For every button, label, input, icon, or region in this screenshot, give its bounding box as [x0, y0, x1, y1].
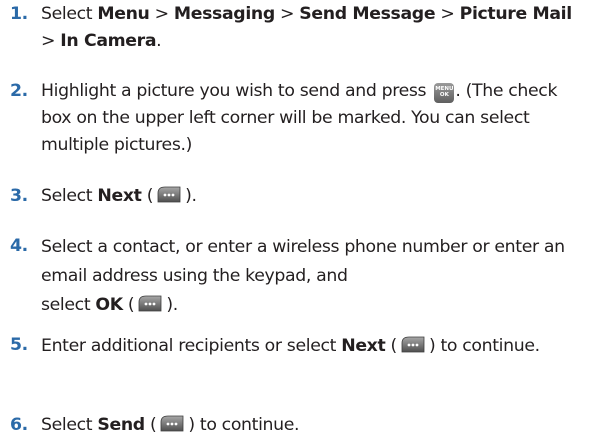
step-5: 5. Enter additional recipients or select…	[10, 332, 588, 361]
menu-ok-key-icon: MENU OK	[434, 83, 455, 103]
step-text: Enter additional recipients or select Ne…	[41, 332, 588, 361]
bold-term: Picture Mail	[459, 4, 573, 24]
step-text-run: >	[149, 4, 174, 24]
step-number: 5.	[10, 335, 28, 355]
step-6: 6. Select Send ( ) to continue.	[10, 412, 588, 439]
step-text-run: (	[385, 336, 398, 356]
bold-term: Send Message	[299, 4, 436, 24]
step-text-run: (	[141, 186, 154, 206]
step-text-run: .	[156, 31, 162, 51]
step-text-run: Select	[41, 186, 98, 206]
step-text-run: >	[41, 31, 61, 51]
ok-key-label: OK	[439, 92, 449, 98]
step-number: 4.	[10, 236, 28, 256]
step-text-run: Enter additional recipients or select	[41, 336, 342, 356]
step-2: 2. Highlight a picture you wish to send …	[10, 78, 588, 159]
step-text-run: Highlight a picture you wish to send and…	[41, 81, 432, 101]
step-1: 1. Select Menu > Messaging > Send Messag…	[10, 1, 588, 55]
step-text: Select Next ().	[41, 183, 588, 210]
step-text-run: Select a contact, or enter a wireless ph…	[41, 237, 565, 286]
bold-term: Next	[97, 186, 142, 206]
bold-term: In Camera	[60, 31, 157, 51]
step-text-run: ).	[166, 295, 178, 315]
step-text-run: (	[122, 295, 135, 315]
softkey-icon	[157, 413, 187, 434]
step-text-run: ).	[185, 186, 197, 206]
instructions-page: 1. Select Menu > Messaging > Send Messag…	[0, 0, 589, 446]
step-number: 2.	[10, 81, 28, 101]
step-text-run: ) to continue.	[188, 415, 300, 435]
step-text-run: Select	[41, 415, 98, 435]
step-text-run: (	[144, 415, 157, 435]
step-text: Highlight a picture you wish to send and…	[41, 78, 588, 159]
step-text: Select Menu > Messaging > Send Message >…	[41, 1, 588, 55]
step-number: 3.	[10, 186, 28, 206]
softkey-icon	[154, 184, 184, 205]
bold-term: Send	[97, 415, 145, 435]
step-text-run: ) to continue.	[428, 336, 540, 356]
step-text: Select Send ( ) to continue.	[41, 412, 588, 439]
step-text-run: Select	[41, 4, 98, 24]
bold-term: Menu	[97, 4, 150, 24]
step-number: 1.	[10, 4, 28, 24]
step-text-run: >	[435, 4, 460, 24]
bold-term: Next	[341, 336, 386, 356]
step-3: 3. Select Next ().	[10, 183, 588, 210]
step-number: 6.	[10, 415, 28, 435]
step-text-run: select	[41, 295, 96, 315]
step-text: Select a contact, or enter a wireless ph…	[41, 233, 588, 320]
bold-term: Messaging	[173, 4, 275, 24]
bold-term: OK	[95, 295, 123, 315]
softkey-icon	[135, 293, 165, 314]
step-text-run: >	[274, 4, 300, 24]
softkey-icon	[398, 334, 428, 355]
step-4: 4. Select a contact, or enter a wireless…	[10, 233, 588, 320]
